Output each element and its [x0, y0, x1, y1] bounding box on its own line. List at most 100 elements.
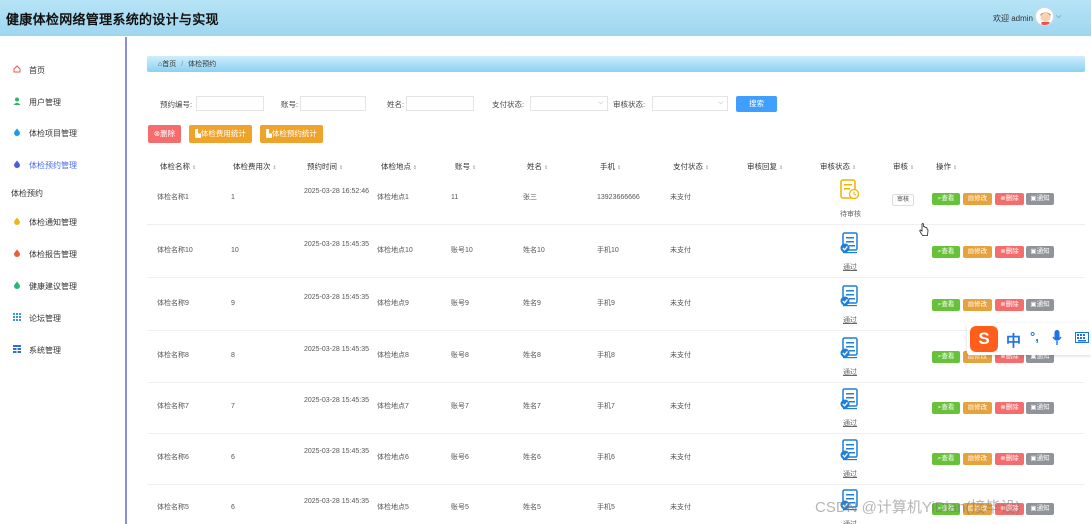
delete-row-button-label: 删除 [1005, 195, 1019, 202]
sidebar-item-users[interactable]: 用户管理 [0, 92, 125, 112]
sort-icon: ⇕ [544, 165, 549, 171]
edit-button[interactable]: ▤修改 [963, 193, 992, 205]
notify-button[interactable]: ▣通知 [1026, 246, 1054, 258]
notify-button[interactable]: ▣通知 [1026, 503, 1054, 515]
column-header[interactable]: 体检地点 ⇕ [381, 161, 417, 172]
column-header[interactable]: 手机 ⇕ [600, 161, 621, 172]
edit-button-label: 修改 [974, 404, 988, 411]
table-cell-phone: 手机9 [597, 300, 615, 307]
column-header[interactable]: 体检名称 ⇕ [160, 161, 196, 172]
ime-punct-toggle[interactable]: °, [1030, 329, 1039, 344]
search-button[interactable]: 搜索 [736, 96, 777, 112]
column-header[interactable]: 审核 ⇕ [893, 161, 914, 172]
table-cell-fee: 10 [231, 247, 239, 254]
approved-icon [840, 388, 858, 410]
edit-button[interactable]: ▤修改 [963, 402, 992, 414]
grid-icon [13, 313, 21, 321]
view-button[interactable]: ⌕查看 [932, 402, 960, 414]
filter-label-pay-status: 支付状态: [492, 100, 525, 109]
ime-logo[interactable]: S [970, 326, 998, 352]
edit-button[interactable]: ▤修改 [963, 299, 992, 311]
table-cell-time: 2025-03-28 16:52:46 [304, 188, 369, 195]
edit-button[interactable]: ▤修改 [963, 246, 992, 258]
sidebar-item-label: 健康建议管理 [29, 282, 77, 291]
sidebar-item-label: 首页 [29, 66, 45, 75]
notify-button[interactable]: ▣通知 [1026, 299, 1054, 311]
microphone-icon[interactable] [1052, 330, 1062, 346]
review-status-select[interactable]: ⌵ [652, 96, 728, 111]
edit-button-label: 修改 [974, 248, 988, 255]
sidebar-item-label: 体检通知管理 [29, 218, 77, 227]
column-header[interactable]: 姓名 ⇕ [527, 161, 548, 172]
delete-row-button[interactable]: ⊗删除 [995, 246, 1024, 258]
appointment-no-input[interactable] [196, 96, 264, 111]
sidebar-item-appointments[interactable]: 体检预约管理 [0, 155, 125, 175]
table-cell-account: 账号8 [451, 352, 469, 359]
column-header[interactable]: 操作 ⇕ [936, 161, 957, 172]
sidebar-item-reports[interactable]: 体检报告管理 [0, 244, 125, 264]
filter-label-name: 姓名: [387, 100, 405, 109]
view-button-label: 查看 [941, 455, 955, 462]
pay-status-select[interactable]: ⌵ [530, 96, 608, 111]
table-cell-name: 体检名称8 [157, 352, 189, 359]
table-cell-place: 体检地点1 [377, 194, 409, 201]
view-button[interactable]: ⌕查看 [932, 193, 960, 205]
name-input[interactable] [406, 96, 474, 111]
view-button[interactable]: ⌕查看 [932, 351, 960, 363]
filter-label-appointment-no: 预约编号: [160, 100, 193, 109]
table-cell-place: 体检地点8 [377, 352, 409, 359]
column-header[interactable]: 账号 ⇕ [455, 161, 476, 172]
column-header[interactable]: 支付状态 ⇕ [673, 161, 709, 172]
column-header[interactable]: 预约时间 ⇕ [307, 161, 343, 172]
delete-row-button[interactable]: ⊗删除 [995, 299, 1024, 311]
edit-button[interactable]: ▤修改 [963, 453, 992, 465]
delete-row-button[interactable]: ⊗删除 [995, 193, 1024, 205]
view-button[interactable]: ⌕查看 [932, 299, 960, 311]
fee-stats-button[interactable]: ▙体检费用统计 [189, 125, 252, 143]
delete-button[interactable]: ⊗删除 [148, 125, 181, 143]
notify-button[interactable]: ▣通知 [1026, 453, 1054, 465]
row-divider [147, 224, 1085, 225]
sidebar-item-notices[interactable]: 体检通知管理 [0, 212, 125, 232]
delete-row-button[interactable]: ⊗删除 [995, 453, 1024, 465]
column-header[interactable]: 审核回复 ⇕ [747, 161, 783, 172]
breadcrumb: ⌂首页 / 体检预约 [147, 56, 1085, 72]
notify-button[interactable]: ▣通知 [1026, 402, 1054, 414]
delete-row-button[interactable]: ⊗删除 [995, 402, 1024, 414]
sidebar-item-system[interactable]: 系统管理 [0, 340, 125, 360]
notify-button[interactable]: ▣通知 [1026, 193, 1054, 205]
breadcrumb-home[interactable]: ⌂首页 [158, 61, 176, 68]
keyboard-icon[interactable] [1075, 332, 1089, 343]
sidebar-item-advice[interactable]: 健康建议管理 [0, 276, 125, 296]
sort-icon: ⇕ [413, 165, 418, 171]
table-cell-phone: 手机8 [597, 352, 615, 359]
table-cell-time: 2025-03-28 15:45:35 [304, 448, 369, 455]
ime-lang-toggle[interactable]: 中 [1006, 330, 1021, 351]
view-button[interactable]: ⌕查看 [932, 246, 960, 258]
table-cell-pay: 未支付 [670, 504, 691, 511]
table-cell-account: 账号9 [451, 300, 469, 307]
review-button[interactable]: 审核 [892, 194, 914, 206]
appt-stats-button[interactable]: ▙体检预约统计 [260, 125, 323, 143]
table-cell-phone: 13923666666 [597, 194, 640, 201]
sidebar-item-exam-items[interactable]: 体检项目管理 [0, 123, 125, 143]
sort-icon: ⇕ [779, 165, 784, 171]
view-button[interactable]: ⌕查看 [932, 453, 960, 465]
table-cell-person: 姓名8 [523, 352, 541, 359]
avatar[interactable] [1035, 7, 1054, 26]
chevron-down-icon[interactable]: ⌵ [1056, 13, 1061, 21]
column-header[interactable]: 体检费用次 ⇕ [233, 161, 277, 172]
sidebar-item-home[interactable]: 首页 [0, 60, 125, 80]
account-input[interactable] [300, 96, 366, 111]
approved-icon [840, 285, 858, 307]
sidebar-group-label[interactable]: 体检预约 [11, 188, 43, 199]
table-cell-phone: 手机5 [597, 504, 615, 511]
ime-toolbar[interactable]: S 中 °, [967, 323, 1091, 355]
sidebar-item-forum[interactable]: 论坛管理 [0, 308, 125, 328]
column-header[interactable]: 审核状态 ⇕ [820, 161, 856, 172]
table-cell-time: 2025-03-28 15:45:35 [304, 498, 369, 505]
row-divider [147, 433, 1085, 434]
chevron-down-icon: ⌵ [598, 100, 603, 106]
sidebar-item-label: 用户管理 [29, 98, 61, 107]
table-cell-name: 体检名称7 [157, 403, 189, 410]
